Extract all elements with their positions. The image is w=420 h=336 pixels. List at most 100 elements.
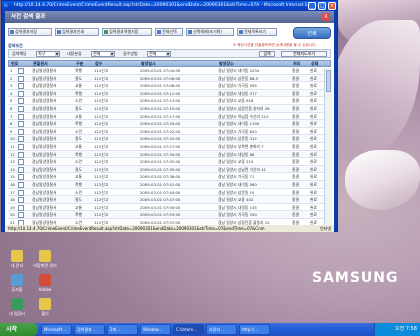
cell-type: 폭행 (75, 90, 82, 96)
row-checkbox[interactable] (18, 68, 24, 74)
table-row[interactable]: 16 경남밀양경찰서 폭행 112신고 2009-03-01 07:41:00 경남 밀양… (8, 181, 324, 189)
cell-state: 완료 (310, 90, 317, 96)
table-row[interactable]: 18 경남밀양경찰서 절도 112신고 2009-03-01 07:47:00 경남 밀양… (8, 196, 324, 204)
cell-state: 완료 (310, 151, 317, 157)
row-checkbox[interactable] (18, 98, 24, 105)
print-result-button[interactable]: 검색결과인쇄 (55, 28, 99, 36)
start-button[interactable]: 시작 (0, 323, 38, 336)
row-checkbox[interactable] (18, 113, 24, 120)
desktop-icon[interactable]: 바탕화면 정리 (30, 250, 60, 269)
minimize-icon[interactable]: _ (308, 2, 316, 10)
row-checkbox[interactable] (18, 83, 24, 90)
row-checkbox[interactable] (18, 151, 24, 158)
wallpaper-petal (330, 20, 420, 160)
check-icon (157, 30, 161, 34)
row-checkbox[interactable] (18, 159, 24, 166)
table-row[interactable]: 13 경남밀양경찰서 소란 112신고 2009-03-01 07:32:00 경남 밀양… (8, 158, 324, 166)
desktop-icon[interactable]: 내 문서 (2, 250, 32, 269)
table-scrollbar[interactable] (324, 68, 332, 225)
cell-type: 폭행 (75, 68, 82, 73)
table-row[interactable]: 19 경남밀양경찰서 교통 112신고 2009-03-01 07:50:00 경남 밀양… (8, 203, 324, 212)
table-row[interactable]: 15 경남밀양경찰서 교통 112신고 2009-03-01 07:38:00 경남 밀양… (8, 173, 324, 181)
table-row[interactable]: 10 경남밀양경찰서 절도 112신고 2009-03-01 07:25:00 경남 밀양… (8, 135, 324, 143)
cell-place: 경남 밀양시 삼문동 86-5 (218, 75, 259, 81)
row-checkbox[interactable] (18, 204, 24, 211)
desktop-icon[interactable]: Adobe (30, 274, 60, 292)
page-title: 사건 검색 결과 (11, 14, 46, 20)
row-checkbox[interactable] (18, 189, 24, 196)
table-row[interactable]: 17 경남밀양경찰서 소란 112신고 2009-03-01 07:44:00 경남 밀양… (8, 188, 324, 197)
table-row[interactable]: 3 경남밀양경찰서 교통 112신고 2009-03-01 07:08:00 경남 밀양시… (8, 82, 324, 90)
cell-time: 2009-03-01 07:06:00 (140, 75, 181, 81)
window-titlebar[interactable]: e http://10.14.4.70/CrimeEvent/CrimeEven… (2, 1, 337, 11)
table-row[interactable]: 2 경남밀양경찰서 절도 112신고 2009-03-01 07:06:00 경남 밀양시… (8, 74, 324, 83)
cell-no: 3 (10, 83, 13, 89)
table-row[interactable]: 8 경남밀양경찰서 폭행 112신고 2009-03-01 07:20:00 경남 밀양시… (8, 120, 324, 128)
row-checkbox[interactable] (18, 166, 24, 173)
taskbar-item[interactable]: Window... (140, 324, 171, 335)
row-checkbox[interactable] (18, 144, 24, 150)
row-checkbox[interactable] (18, 212, 24, 219)
cell-no: 1 (10, 68, 13, 73)
table-row[interactable]: 1 경남밀양경찰서 폭행 112신고 2009-03-01 07:04:00 경남 밀양시… (8, 67, 324, 75)
cell-recv: 112신고 (94, 204, 109, 210)
excel-save-button[interactable]: 검색결과엑셀저장 (102, 28, 152, 36)
taskbar-item[interactable]: Microsoft ... (41, 324, 72, 335)
taskbar-item[interactable]: http://... (239, 324, 270, 335)
ie-window[interactable]: e http://10.14.4.70/CrimeEvent/CrimeEven… (1, 0, 338, 232)
desktop-icon[interactable]: 폴더 (30, 298, 60, 317)
cell-proc: 종결 (292, 197, 299, 203)
show-all-button[interactable]: 전체목록보기 (237, 28, 277, 36)
taskbar-item[interactable]: 검색결과 ... (74, 324, 105, 335)
table-row[interactable]: 6 경남밀양경찰서 절도 112신고 2009-03-01 07:15:00 경남 밀양시… (8, 105, 324, 113)
table-row[interactable]: 5 경남밀양경찰서 소란 112신고 2009-03-01 07:13:00 경남 밀양시… (8, 97, 324, 105)
row-checkbox[interactable] (18, 121, 24, 128)
cell-no: 11 (10, 144, 15, 149)
page-close-button[interactable]: X (322, 13, 330, 21)
row-checkbox[interactable] (18, 174, 24, 181)
row-checkbox[interactable] (18, 75, 24, 82)
row-checkbox[interactable] (18, 128, 24, 135)
button-label: 검색결과엑셀저장 (109, 29, 139, 34)
desktop-icon[interactable]: 내 컴퓨터 (2, 298, 32, 317)
row-checkbox[interactable] (18, 106, 24, 112)
table-row[interactable]: 9 경남밀양경찰서 소란 112신고 2009-03-01 07:22:00 경남 밀양시… (8, 127, 324, 136)
select-value: 지구 (38, 51, 46, 56)
close-icon[interactable]: × (328, 2, 336, 10)
map-view-button[interactable]: 전체지도보기 (281, 51, 327, 57)
cell-proc: 종결 (292, 98, 299, 104)
table-row[interactable]: 4 경남밀양경찰서 폭행 112신고 2009-03-01 07:11:00 경남 밀양시… (8, 89, 324, 98)
cell-station: 경남밀양경찰서 (32, 113, 57, 119)
cell-proc: 종결 (292, 90, 299, 96)
search-button[interactable]: 검색 (259, 51, 275, 57)
category-select[interactable]: 전체 ▼ (91, 51, 115, 57)
cell-time: 2009-03-01 07:50:00 (140, 204, 181, 210)
select-all-button[interactable]: 전체선택 (155, 28, 183, 36)
print-button[interactable]: 인쇄 (293, 27, 331, 39)
method-select[interactable]: 전체 ▼ (147, 51, 171, 57)
chevron-down-icon: ▼ (110, 52, 114, 56)
desktop-icon[interactable]: 휴지통 (2, 274, 32, 293)
cell-place: 경남 밀양시 부북면 춘화리 7 (218, 144, 264, 149)
scrollbar-thumb[interactable] (326, 70, 331, 92)
scope-select[interactable]: 지구 ▼ (36, 51, 60, 57)
clock: 오전 7:58 (394, 326, 417, 332)
taskbar-item[interactable]: C:\Intern... (173, 324, 204, 335)
maximize-icon[interactable]: □ (318, 2, 326, 10)
row-checkbox[interactable] (18, 90, 24, 97)
cell-state: 완료 (310, 197, 317, 203)
row-checkbox[interactable] (18, 182, 24, 188)
row-checkbox[interactable] (18, 197, 24, 204)
shortcut-icon (11, 274, 23, 286)
shortcut-icon (11, 250, 23, 262)
deselect-button[interactable]: 선택해제(초기화) (186, 28, 234, 36)
row-checkbox[interactable] (18, 136, 24, 143)
table-row[interactable]: 14 경남밀양경찰서 절도 112신고 2009-03-01 07:35:00 경남 밀양… (8, 165, 324, 174)
table-row[interactable]: 11 경남밀양경찰서 교통 112신고 2009-03-01 07:27:00 경남 밀양… (8, 143, 324, 151)
taskbar-item[interactable]: 사용자 ... (206, 324, 237, 335)
table-row[interactable]: 7 경남밀양경찰서 교통 112신고 2009-03-01 07:17:00 경남 밀양시… (8, 112, 324, 121)
table-row[interactable]: 20 경남밀양경찰서 폭행 112신고 2009-03-01 07:53:00 경남 밀양… (8, 211, 324, 219)
taskbar-item[interactable]: 2개 ... (107, 324, 138, 335)
table-row[interactable]: 12 경남밀양경찰서 폭행 112신고 2009-03-01 07:30:00 경남 밀양… (8, 150, 324, 159)
save-result-button[interactable]: 검색결과저장 (8, 28, 52, 36)
